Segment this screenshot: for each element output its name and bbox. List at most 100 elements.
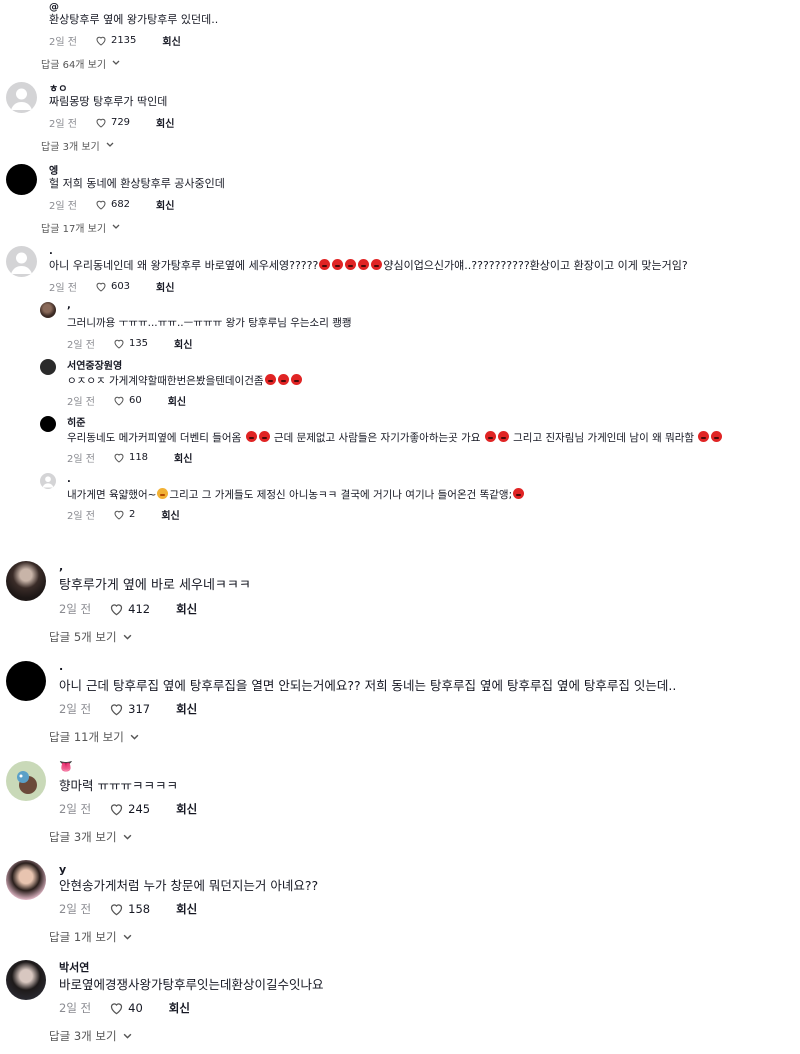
like-button[interactable]: 412 xyxy=(109,602,150,616)
chevron-down-icon xyxy=(123,1029,132,1043)
comment-username[interactable]: ㅎㅇ xyxy=(49,85,67,95)
comment-username[interactable]: 엥 xyxy=(49,167,58,177)
view-replies-label: 답글 3개 보기 xyxy=(49,830,117,844)
angry-emoji-icon xyxy=(264,374,276,385)
view-replies-button[interactable]: 답글 5개 보기 xyxy=(49,629,132,645)
comment-date: 2일 전 xyxy=(59,1001,92,1015)
view-replies-button[interactable]: 답글 3개 보기 xyxy=(49,1028,132,1044)
view-replies-label: 답글 17개 보기 xyxy=(41,224,107,235)
comment-username[interactable]: 박서연 xyxy=(59,962,89,973)
like-button[interactable]: 118 xyxy=(113,452,148,463)
reply-button[interactable]: 회신 xyxy=(161,507,179,522)
reply-button[interactable]: 회신 xyxy=(176,601,197,617)
comment-text: 헐 저희 동네에 환상탕후루 공사중인데 xyxy=(49,177,225,190)
comment-username[interactable]: , xyxy=(59,561,63,572)
comment-text: 탕후루가게 옆에 바로 세우네ㅋㅋㅋ xyxy=(59,578,251,593)
default-avatar-icon xyxy=(11,88,32,110)
comment-date: 2일 전 xyxy=(49,201,77,212)
comment-username[interactable]: 👅 xyxy=(59,761,73,772)
like-button[interactable]: 158 xyxy=(109,902,150,916)
like-count: 60 xyxy=(128,395,142,406)
angry-emoji-icon xyxy=(277,374,289,385)
avatar[interactable] xyxy=(6,661,46,701)
angry-emoji-icon xyxy=(698,431,710,442)
like-button[interactable]: 2 xyxy=(113,509,135,520)
angry-emoji-icon xyxy=(513,488,525,499)
comment-meta: 2일 전 2 회신 xyxy=(67,507,180,522)
angry-emoji-icon xyxy=(358,259,370,270)
avatar[interactable] xyxy=(6,164,37,195)
view-replies-label: 답글 11개 보기 xyxy=(49,730,124,744)
heart-icon xyxy=(96,282,106,292)
view-replies-label: 답글 3개 보기 xyxy=(49,1029,117,1043)
reply-button[interactable]: 회신 xyxy=(176,901,197,917)
comment-date: 2일 전 xyxy=(67,454,95,465)
chevron-down-icon xyxy=(123,930,132,944)
avatar[interactable] xyxy=(40,473,56,489)
comment-username[interactable]: @ xyxy=(49,3,59,13)
heart-icon xyxy=(114,396,124,406)
avatar[interactable] xyxy=(6,761,46,801)
comment-text-part: ㅇㅈㅇㅈ 가게계약할때한번은봤을텐데이건좀 xyxy=(67,375,264,387)
comment-username[interactable]: . xyxy=(59,661,63,672)
avatar[interactable] xyxy=(40,359,56,375)
avatar[interactable] xyxy=(40,416,56,432)
reply-button[interactable]: 회신 xyxy=(176,801,197,817)
comment-text-part: 그리고 그 가게들도 제정신 아니농ㅋㅋ 결국에 거기나 여기나 들어온건 똑같… xyxy=(169,489,513,501)
comment-username[interactable]: . xyxy=(67,475,71,485)
comment-text: 짜림몽땅 탕후루가 딱인데 xyxy=(49,95,168,108)
like-button[interactable]: 729 xyxy=(95,117,130,128)
like-button[interactable]: 245 xyxy=(109,802,150,816)
like-button[interactable]: 317 xyxy=(109,702,150,716)
comment-text-part: 그리고 진자림님 가게인데 남이 왜 뭐라함 xyxy=(509,432,698,444)
comment-username[interactable]: 서연중장원영 xyxy=(67,362,122,372)
comment-date: 2일 전 xyxy=(59,702,92,716)
like-count: 603 xyxy=(110,281,131,292)
like-button[interactable]: 60 xyxy=(113,395,142,406)
reply-button[interactable]: 회신 xyxy=(176,701,197,717)
view-replies-button[interactable]: 답글 64개 보기 xyxy=(41,56,120,71)
comment-date: 2일 전 xyxy=(67,397,95,408)
reply-button[interactable]: 회신 xyxy=(156,197,174,212)
view-replies-button[interactable]: 답글 17개 보기 xyxy=(41,220,120,235)
reply-button[interactable]: 회신 xyxy=(174,450,192,465)
like-button[interactable]: 2135 xyxy=(95,35,136,46)
comment-date: 2일 전 xyxy=(49,37,77,48)
chevron-down-icon xyxy=(106,140,114,151)
comment-username[interactable]: , xyxy=(67,301,71,311)
reply-button[interactable]: 회신 xyxy=(156,115,174,130)
view-replies-button[interactable]: 답글 3개 보기 xyxy=(49,829,132,845)
reply-button[interactable]: 회신 xyxy=(174,336,192,351)
comment-meta: 2일 전 412 회신 xyxy=(59,601,197,617)
like-button[interactable]: 40 xyxy=(109,1001,143,1015)
avatar[interactable] xyxy=(6,246,37,277)
avatar[interactable] xyxy=(6,960,46,1000)
reply-button[interactable]: 회신 xyxy=(169,1000,190,1016)
comment-username[interactable]: y xyxy=(59,864,66,875)
comment-date: 2일 전 xyxy=(59,802,92,816)
chevron-down-icon xyxy=(112,222,120,233)
angry-emoji-icon xyxy=(484,431,496,442)
avatar[interactable] xyxy=(40,302,56,318)
comment-text: 내가게면 육얇했어~ 그리고 그 가게들도 제정신 아니농ㅋㅋ 결국에 거기나 여… xyxy=(67,488,525,502)
reply-button[interactable]: 회신 xyxy=(168,393,186,408)
comment-text: 환상탕후루 옆에 왕가탕후루 있던데.. xyxy=(49,13,219,26)
avatar[interactable] xyxy=(6,860,46,900)
avatar[interactable] xyxy=(6,561,46,601)
view-replies-button[interactable]: 답글 1개 보기 xyxy=(49,929,132,945)
comment-meta: 2일 전 158 회신 xyxy=(59,901,197,917)
reply-button[interactable]: 회신 xyxy=(156,279,174,294)
avatar[interactable] xyxy=(6,82,37,113)
comment-username[interactable]: 히준 xyxy=(67,419,85,429)
reply-button[interactable]: 회신 xyxy=(162,33,180,48)
view-replies-button[interactable]: 답글 3개 보기 xyxy=(41,138,114,153)
like-button[interactable]: 682 xyxy=(95,199,130,210)
heart-icon xyxy=(114,510,124,520)
comment-username[interactable]: . xyxy=(49,247,53,257)
view-replies-button[interactable]: 답글 11개 보기 xyxy=(49,729,139,745)
like-button[interactable]: 603 xyxy=(95,281,130,292)
comment-text-part: 내가게면 육얇했어~ xyxy=(67,489,157,501)
comment-meta: 2일 전 245 회신 xyxy=(59,801,197,817)
like-count: 2 xyxy=(128,509,136,520)
like-button[interactable]: 135 xyxy=(113,338,148,349)
